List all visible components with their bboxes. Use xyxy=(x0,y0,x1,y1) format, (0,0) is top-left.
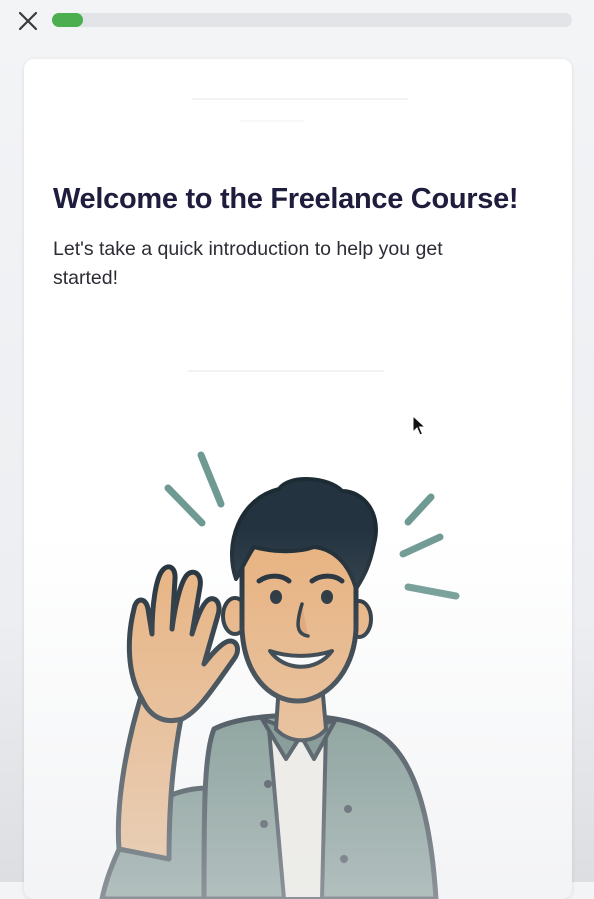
divider xyxy=(240,120,304,122)
top-bar xyxy=(0,0,594,44)
close-button[interactable] xyxy=(16,9,40,33)
divider xyxy=(188,370,384,372)
divider xyxy=(192,98,408,100)
progress-bar-fill xyxy=(52,13,84,27)
page-subtitle: Let's take a quick introduction to help … xyxy=(53,238,443,289)
progress-bar xyxy=(52,13,572,27)
waving-man-illustration xyxy=(99,451,460,899)
page-title: Welcome to the Freelance Course! xyxy=(53,183,519,215)
close-icon xyxy=(18,11,38,31)
intro-card: Welcome to the Freelance Course! Let's t… xyxy=(24,59,572,899)
